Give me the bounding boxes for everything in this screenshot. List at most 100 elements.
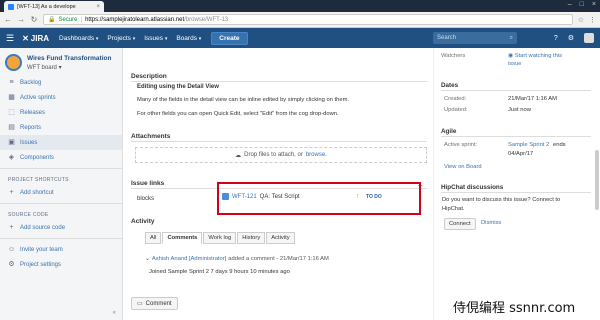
reload-icon[interactable]: ↻ xyxy=(30,15,38,24)
url-separator: | xyxy=(80,16,83,23)
help-icon[interactable]: ? xyxy=(554,35,558,42)
sidebar-divider xyxy=(0,238,122,239)
tab-close-icon[interactable]: × xyxy=(96,4,100,10)
connect-button[interactable]: Connect xyxy=(444,218,476,230)
sidebar-item-backlog[interactable]: ≡ Backlog xyxy=(0,75,122,90)
sidebar-item-releases[interactable]: ⬚ Releases xyxy=(0,105,122,120)
plus-icon: + xyxy=(9,224,14,231)
app-switcher-icon[interactable]: ☰ xyxy=(6,33,14,44)
issues-icon: ▣ xyxy=(8,139,15,146)
hipchat-question-1: Do you want to discuss this issue? Conne… xyxy=(442,197,561,203)
watchers-label: Watchers xyxy=(441,53,466,59)
attachment-dropzone[interactable]: ☁ Drop files to attach, or browse. xyxy=(135,147,427,163)
comment-button[interactable]: ▭ Comment xyxy=(131,297,178,310)
invite-label: Invite your team xyxy=(20,246,63,253)
jira-header: ☰ ✕ JIRA Dashboards ▾ Projects ▾ Issues ▾… xyxy=(0,28,600,48)
sidebar-item-active-sprints[interactable]: ▦ Active sprints xyxy=(0,90,122,105)
description-heading: Description xyxy=(131,73,167,80)
tab-all[interactable]: All xyxy=(145,232,162,244)
menu-icon[interactable]: ⋮ xyxy=(589,16,596,24)
add-source-code-link[interactable]: + Add source code xyxy=(0,220,122,235)
window-close-icon[interactable]: × xyxy=(592,1,596,8)
watch-link-text-2[interactable]: issue xyxy=(508,61,522,67)
active-sprint-label: Active sprint: xyxy=(444,142,478,148)
nav-issues-label: Issues xyxy=(144,34,164,42)
project-name[interactable]: Wires Fund Transformation xyxy=(27,55,111,62)
linked-issue-key[interactable]: WFT-121 xyxy=(232,194,257,200)
view-on-board-link[interactable]: View on Board xyxy=(444,164,482,170)
user-avatar[interactable] xyxy=(584,33,594,43)
collapse-sidebar-icon[interactable]: « xyxy=(113,310,116,316)
search-input[interactable]: Search ⌕ xyxy=(433,32,517,44)
issue-sidebar: Watchers ◉ Start watching this issue Dat… xyxy=(433,48,600,320)
browser-tab[interactable]: [WFT-13] As a develope × xyxy=(4,1,104,12)
dismiss-link[interactable]: Dismiss xyxy=(481,220,501,226)
comment-header: ⌄ Ashish Anand [Administrator] added a c… xyxy=(145,256,329,262)
sidebar-item-label: Components xyxy=(20,154,55,161)
page-scrollbar[interactable] xyxy=(595,150,599,210)
reports-icon: ▤ xyxy=(8,124,15,131)
created-value: 21/Mar/17 1:16 AM xyxy=(508,96,557,102)
sprint-end-date: 04/Apr/17 xyxy=(508,151,534,157)
sidebar-item-label: Issues xyxy=(20,139,38,146)
active-sprint-link[interactable]: Sample Sprint 2 xyxy=(508,142,549,148)
section-divider xyxy=(441,136,591,137)
chevron-down-icon: ▾ xyxy=(198,35,202,42)
star-icon[interactable]: ☆ xyxy=(578,16,584,24)
chevron-down-icon[interactable]: ⌄ xyxy=(145,256,150,262)
jira-logo-text: JIRA xyxy=(30,33,50,43)
sprints-icon: ▦ xyxy=(8,94,15,101)
window-controls: – □ × xyxy=(568,1,596,8)
tab-activity[interactable]: Activity xyxy=(266,232,295,244)
project-header: Wires Fund Transformation WFT board ▾ xyxy=(0,48,122,75)
comment-meta: added a comment - 21/Mar/17 1:16 AM xyxy=(228,256,329,262)
sidebar-item-reports[interactable]: ▤ Reports xyxy=(0,120,122,135)
issue-links-heading: Issue links xyxy=(131,180,165,187)
hipchat-question-2: HipChat. xyxy=(442,206,465,212)
invite-team-link[interactable]: ☺ Invite your team xyxy=(0,242,122,257)
linked-issue[interactable]: WFT-121 QA: Test Script xyxy=(222,193,300,200)
browser-tab-title: [WFT-13] As a develope xyxy=(17,3,76,10)
browse-link[interactable]: browse. xyxy=(306,152,327,158)
tab-comments[interactable]: Comments xyxy=(162,232,203,244)
nav-issues[interactable]: Issues ▾ xyxy=(144,35,167,42)
section-divider xyxy=(131,141,427,142)
jira-logo[interactable]: ✕ JIRA xyxy=(22,34,49,43)
secure-label: Secure xyxy=(58,16,78,23)
linked-issue-summary[interactable]: QA: Test Script xyxy=(260,194,300,200)
add-shortcut-link[interactable]: + Add shortcut xyxy=(0,185,122,200)
minimize-icon[interactable]: – xyxy=(568,1,572,8)
tab-history[interactable]: History xyxy=(237,232,266,244)
jira-favicon-icon xyxy=(8,3,14,10)
updated-value: Just now xyxy=(508,107,531,113)
url-path: /browse/WFT-13 xyxy=(184,16,229,23)
sprint-ends-text: ends xyxy=(553,142,566,148)
comment-author[interactable]: Ashish Anand [Administrator] xyxy=(152,256,226,262)
comment-icon: ▭ xyxy=(137,301,143,307)
sidebar-item-label: Reports xyxy=(20,124,42,131)
priority-high-icon: ↑ xyxy=(356,193,360,200)
maximize-icon[interactable]: □ xyxy=(580,1,584,8)
board-selector[interactable]: WFT board ▾ xyxy=(27,64,111,71)
watch-link-text-1: Start watching this xyxy=(514,53,563,59)
nav-boards[interactable]: Boards ▾ xyxy=(176,35,201,42)
issue-detail: Description Editing using the Detail Vie… xyxy=(123,48,433,320)
nav-dashboards-label: Dashboards xyxy=(59,34,95,42)
project-avatar[interactable] xyxy=(5,54,22,71)
settings-icon[interactable]: ⚙ xyxy=(568,34,574,42)
watch-link[interactable]: ◉ Start watching this xyxy=(508,53,562,59)
project-settings-link[interactable]: ⚙ Project settings xyxy=(0,257,122,272)
nav-dashboards[interactable]: Dashboards ▾ xyxy=(59,35,98,42)
created-label: Created: xyxy=(444,96,467,102)
sidebar-item-components[interactable]: ◈ Components xyxy=(0,150,122,165)
forward-icon[interactable]: → xyxy=(17,15,25,24)
url-host: https://samplejiratolearn.atlassian.net xyxy=(85,16,185,23)
url-input[interactable]: 🔒 Secure | https://samplejiratolearn.atl… xyxy=(43,14,573,25)
create-button[interactable]: Create xyxy=(211,31,248,45)
back-icon[interactable]: ← xyxy=(4,15,12,24)
eye-icon: ◉ xyxy=(508,53,514,59)
sidebar-item-issues[interactable]: ▣ Issues xyxy=(0,135,122,150)
nav-projects[interactable]: Projects ▾ xyxy=(107,35,135,42)
tab-work-log[interactable]: Work log xyxy=(203,232,237,244)
add-shortcut-label: Add shortcut xyxy=(20,189,54,196)
